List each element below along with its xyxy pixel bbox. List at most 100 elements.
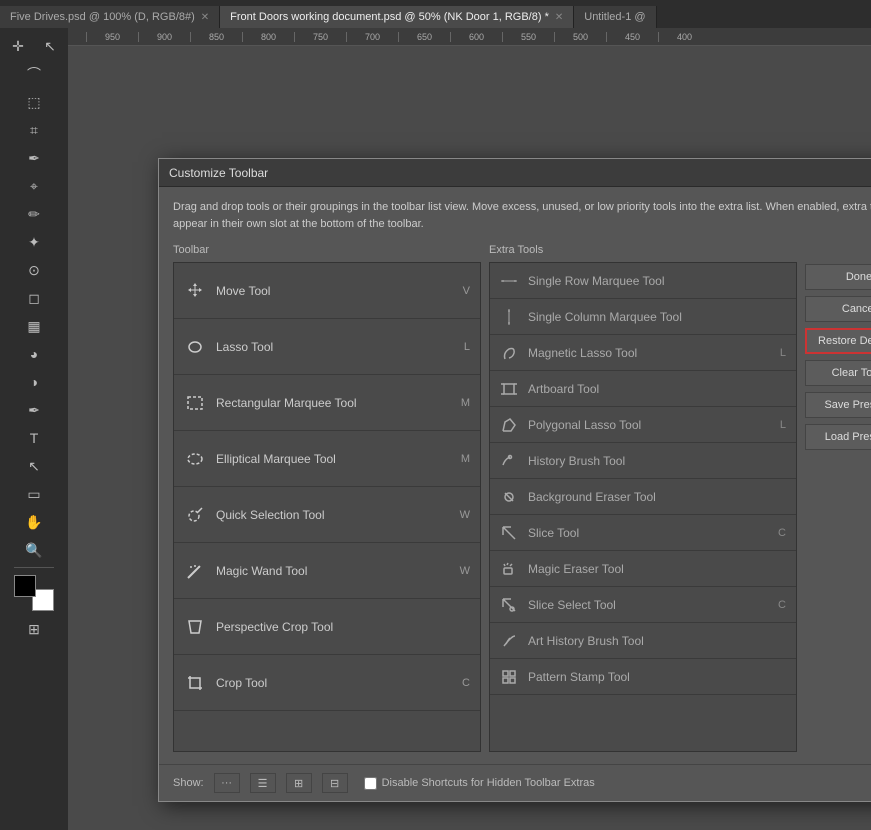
done-button[interactable]: Done: [805, 264, 871, 290]
ruler-mark-7: 650: [398, 32, 450, 42]
single-col-name: Single Column Marquee Tool: [528, 310, 786, 324]
show-grid-button[interactable]: ⊞: [286, 773, 312, 793]
ruler-mark-5: 750: [294, 32, 346, 42]
toolbar-item-ellipse-marquee[interactable]: Elliptical Marquee Tool M: [174, 431, 480, 487]
magic-wand-icon: [184, 560, 206, 582]
tool-eyedropper[interactable]: ✒: [19, 144, 49, 172]
dialog-title-bar: Customize Toolbar ✕: [159, 159, 871, 187]
pattern-stamp-name: Pattern Stamp Tool: [528, 670, 786, 684]
crop-tool-name: Crop Tool: [216, 676, 452, 690]
extra-item-magnetic-lasso[interactable]: Magnetic Lasso Tool L: [490, 335, 796, 371]
dialog-overlay: Customize Toolbar ✕ Drag and drop tools …: [68, 28, 871, 830]
tool-clone[interactable]: ✦: [19, 228, 49, 256]
tab-3[interactable]: Untitled-1 @: [574, 6, 656, 28]
magnetic-lasso-icon: [500, 344, 518, 362]
ruler-mark-4: 800: [242, 32, 294, 42]
extra-item-polygonal-lasso[interactable]: Polygonal Lasso Tool L: [490, 407, 796, 443]
tool-extra[interactable]: ⊞: [19, 615, 49, 643]
tool-shape[interactable]: ▭: [19, 480, 49, 508]
tab-1-close[interactable]: ✕: [201, 12, 209, 23]
tool-type[interactable]: T: [19, 424, 49, 452]
art-history-brush-name: Art History Brush Tool: [528, 634, 786, 648]
tool-pen[interactable]: ✒: [19, 396, 49, 424]
ruler-mark-3: 850: [190, 32, 242, 42]
tool-hand[interactable]: ✋: [19, 508, 49, 536]
art-history-brush-icon: [500, 632, 518, 650]
crop-tool-icon: [184, 672, 206, 694]
extra-item-magic-eraser[interactable]: Magic Eraser Tool: [490, 551, 796, 587]
fg-bg-colors[interactable]: [14, 575, 54, 611]
tool-lasso[interactable]: ⌒: [19, 60, 49, 88]
extra-item-history-brush[interactable]: History Brush Tool: [490, 443, 796, 479]
ruler-mark-1: 950: [86, 32, 138, 42]
clear-tools-button[interactable]: Clear Tools: [805, 360, 871, 386]
toolbar-item-quick-select[interactable]: Quick Selection Tool W: [174, 487, 480, 543]
extra-tools-list[interactable]: Single Row Marquee Tool Single Column Ma…: [489, 262, 797, 752]
bg-eraser-name: Background Eraser Tool: [528, 490, 786, 504]
tool-dodge[interactable]: ◑: [19, 368, 49, 396]
disable-shortcuts-checkbox[interactable]: [364, 777, 377, 790]
tool-eraser[interactable]: ◻: [19, 284, 49, 312]
toolbar-item-lasso[interactable]: Lasso Tool L: [174, 319, 480, 375]
toolbar-list[interactable]: Move Tool V Lasso Tool L: [173, 262, 481, 752]
restore-defaults-button[interactable]: Restore Defaults: [805, 328, 871, 354]
tool-path-select[interactable]: ↖: [19, 452, 49, 480]
dialog-columns: Toolbar Move Tool V: [173, 244, 871, 752]
extra-item-single-col[interactable]: Single Column Marquee Tool: [490, 299, 796, 335]
perspective-crop-icon: [184, 616, 206, 638]
extra-item-pattern-stamp[interactable]: Pattern Stamp Tool: [490, 659, 796, 695]
ruler-mark-11: 450: [606, 32, 658, 42]
extra-item-art-history-brush[interactable]: Art History Brush Tool: [490, 623, 796, 659]
toolbar-item-rect-marquee[interactable]: Rectangular Marquee Tool M: [174, 375, 480, 431]
save-preset-button[interactable]: Save Preset...: [805, 392, 871, 418]
show-compact-button[interactable]: ⊟: [322, 773, 348, 793]
load-preset-button[interactable]: Load Preset...: [805, 424, 871, 450]
extra-item-single-row[interactable]: Single Row Marquee Tool: [490, 263, 796, 299]
rect-marquee-shortcut: M: [461, 397, 470, 409]
tool-zoom[interactable]: 🔍: [19, 536, 49, 564]
extra-item-bg-eraser[interactable]: Background Eraser Tool: [490, 479, 796, 515]
tab-1[interactable]: Five Drives.psd @ 100% (D, RGB/8#) ✕: [0, 6, 220, 28]
toolbar-item-move[interactable]: Move Tool V: [174, 263, 480, 319]
fg-color[interactable]: [14, 575, 36, 597]
polygonal-lasso-name: Polygonal Lasso Tool: [528, 418, 770, 432]
slice-icon: [500, 524, 518, 542]
left-toolbar: ✛ ↖ ⌒ ⬚ ⌗ ✒ ⌖ ✏ ✦ ⊙ ◻ ▦ ◕ ◑ ✒ T ↖ ▭ ✋ 🔍 …: [0, 28, 68, 830]
extra-item-artboard[interactable]: Artboard Tool: [490, 371, 796, 407]
tool-crop[interactable]: ⌗: [19, 116, 49, 144]
tool-gradient[interactable]: ▦: [19, 312, 49, 340]
toolbar-column: Toolbar Move Tool V: [173, 244, 481, 752]
show-dots-button[interactable]: ···: [214, 773, 240, 793]
cancel-button[interactable]: Cancel: [805, 296, 871, 322]
toolbar-item-perspective-crop[interactable]: Perspective Crop Tool: [174, 599, 480, 655]
show-list-button[interactable]: ☰: [250, 773, 276, 793]
tool-blur[interactable]: ◕: [19, 340, 49, 368]
history-brush-name: History Brush Tool: [528, 454, 786, 468]
toolbar-sep: [14, 567, 54, 568]
lasso-tool-shortcut: L: [464, 341, 470, 353]
ruler-top: 950 900 850 800 750 700 650 600 550 500 …: [68, 28, 871, 46]
single-row-name: Single Row Marquee Tool: [528, 274, 786, 288]
disable-shortcuts-label: Disable Shortcuts for Hidden Toolbar Ext…: [382, 777, 595, 789]
canvas-area: 950 900 850 800 750 700 650 600 550 500 …: [68, 28, 871, 830]
tool-heal[interactable]: ⌖: [19, 172, 49, 200]
extra-item-slice[interactable]: Slice Tool C: [490, 515, 796, 551]
tool-select[interactable]: ↖: [35, 32, 65, 60]
toolbar-item-magic-wand[interactable]: Magic Wand Tool W: [174, 543, 480, 599]
tab-2-close[interactable]: ✕: [555, 12, 563, 23]
quick-select-icon: [184, 504, 206, 526]
tool-history[interactable]: ⊙: [19, 256, 49, 284]
tool-brush[interactable]: ✏: [19, 200, 49, 228]
tool-move[interactable]: ✛: [3, 32, 33, 60]
history-brush-icon: [500, 452, 518, 470]
slice-select-name: Slice Select Tool: [528, 598, 768, 612]
tool-marquee[interactable]: ⬚: [19, 88, 49, 116]
perspective-crop-name: Perspective Crop Tool: [216, 620, 460, 634]
magic-wand-shortcut: W: [460, 565, 470, 577]
ellipse-marquee-name: Elliptical Marquee Tool: [216, 452, 451, 466]
ruler-mark-2: 900: [138, 32, 190, 42]
toolbar-item-crop[interactable]: Crop Tool C: [174, 655, 480, 711]
tab-2[interactable]: Front Doors working document.psd @ 50% (…: [220, 6, 574, 28]
extra-item-slice-select[interactable]: Slice Select Tool C: [490, 587, 796, 623]
slice-select-icon: [500, 596, 518, 614]
